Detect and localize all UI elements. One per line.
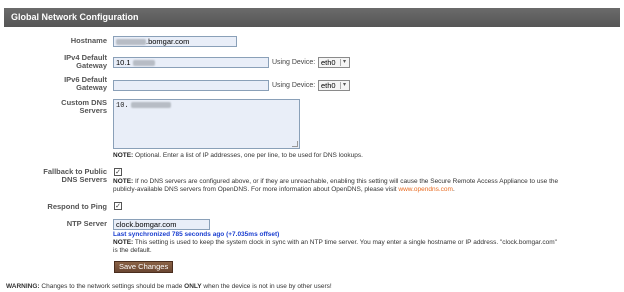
dns-label-line2: Servers: [79, 106, 107, 115]
warning-message: WARNING: Changes to the network settings…: [6, 283, 332, 290]
warning-bold: WARNING:: [6, 283, 40, 290]
ipv4-gateway-label: IPv4 Default Gateway: [4, 54, 107, 70]
ipv6-device-label: Using Device:: [272, 82, 316, 89]
dns-note-text: Optional. Enter a list of IP addresses, …: [133, 152, 363, 159]
ipv6-gateway-input[interactable]: [113, 80, 269, 91]
dns-note: NOTE: Optional. Enter a list of IP addre…: [113, 152, 363, 160]
fallback-note-line1: If no DNS servers are configured above, …: [133, 178, 559, 185]
ipv4-gateway-input[interactable]: 10.1: [113, 57, 269, 68]
custom-dns-textarea[interactable]: 10.: [113, 99, 300, 149]
respond-ping-checkbox[interactable]: ✓: [114, 202, 122, 210]
section-title-bar: Global Network Configuration: [4, 8, 620, 27]
fallback-note: NOTE: If no DNS servers are configured a…: [113, 178, 618, 194]
ntp-note-line2: is the default.: [113, 247, 152, 254]
dns-value: 10.: [116, 102, 129, 110]
warning-text1: Changes to the network settings should b…: [39, 283, 185, 290]
ntp-server-input[interactable]: clock.bomgar.com: [113, 219, 210, 230]
fallback-note-line2: publicly-available DNS servers from Open…: [113, 186, 399, 193]
ping-label-text: Respond to Ping: [47, 202, 107, 211]
ipv4-device-select[interactable]: eth0 ▾: [318, 57, 350, 68]
warning-only: ONLY: [184, 283, 202, 290]
chevron-down-icon: ▾: [340, 59, 348, 66]
opendns-link[interactable]: www.opendns.com: [398, 186, 453, 193]
redacted-ipv4-part: [132, 60, 155, 67]
ipv6-device-value: eth0: [321, 81, 336, 90]
redacted-hostname-part: [116, 39, 146, 46]
redacted-dns-part: [130, 102, 171, 109]
ipv4-device-label: Using Device:: [272, 59, 316, 66]
fallback-dns-checkbox[interactable]: ✓: [114, 168, 122, 176]
fallback-note-bold: NOTE:: [113, 178, 134, 185]
fallback-note-end: .: [452, 186, 455, 193]
ntp-note-line1: This setting is used to keep the system …: [133, 239, 557, 246]
ipv4-label-line2: Gateway: [76, 61, 107, 70]
warning-text2: when the device is not in use by other u…: [201, 283, 332, 290]
ntp-sync-status: Last synchronized 785 seconds ago (+7.03…: [113, 231, 280, 238]
fallback-dns-label: Fallback to Public DNS Servers: [4, 168, 107, 184]
ipv4-value: 10.1: [116, 58, 131, 67]
fallback-label-line2: DNS Servers: [61, 175, 107, 184]
ntp-value: clock.bomgar.com: [116, 220, 177, 229]
ntp-label-text: NTP Server: [66, 219, 107, 228]
dns-note-bold: NOTE:: [113, 152, 134, 159]
ntp-server-label: NTP Server: [4, 220, 107, 228]
ipv6-label-line2: Gateway: [76, 83, 107, 92]
ipv6-device-select[interactable]: eth0 ▾: [318, 80, 350, 91]
save-changes-button[interactable]: Save Changes: [114, 261, 174, 273]
respond-ping-label: Respond to Ping: [4, 203, 107, 211]
hostname-label: Hostname: [4, 37, 107, 45]
ntp-note-bold: NOTE:: [113, 239, 134, 246]
hostname-label-text: Hostname: [70, 36, 107, 45]
resize-handle-icon[interactable]: [292, 141, 298, 147]
chevron-down-icon: ▾: [340, 82, 348, 89]
hostname-value: .bomgar.com: [146, 37, 190, 46]
section-title: Global Network Configuration: [11, 12, 139, 22]
ntp-note: NOTE: This setting is used to keep the s…: [113, 239, 618, 255]
custom-dns-label: Custom DNS Servers: [4, 99, 107, 115]
hostname-input[interactable]: .bomgar.com: [113, 36, 237, 47]
ipv6-gateway-label: IPv6 Default Gateway: [4, 76, 107, 92]
ipv4-device-value: eth0: [321, 58, 336, 67]
